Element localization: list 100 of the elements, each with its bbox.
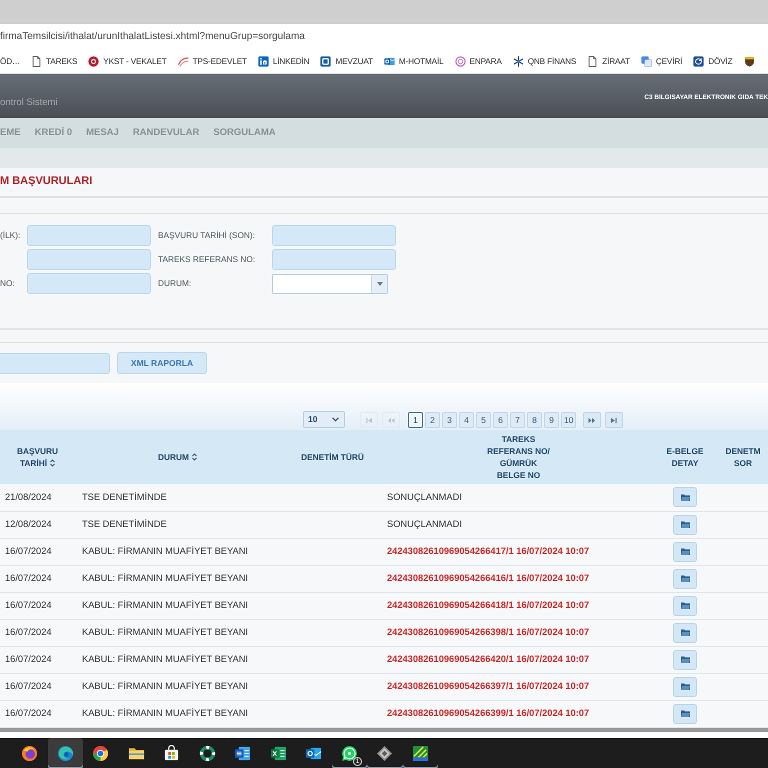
- document-icon: [234, 744, 252, 762]
- table-cell: TSE DENETİMİNDE: [75, 511, 280, 538]
- page-button[interactable]: 8: [527, 412, 542, 428]
- field-label: TAREKS REFERANS NO:: [157, 254, 256, 264]
- table-cell: 16/07/2024: [0, 538, 75, 565]
- snowflake-icon: [512, 56, 524, 67]
- input-field[interactable]: [272, 225, 396, 246]
- table-cell: 16/07/2024: [0, 646, 75, 673]
- mail-icon: [384, 56, 395, 67]
- detail-button[interactable]: [673, 514, 697, 534]
- shield-icon: [744, 56, 755, 67]
- table-cell: 16/07/2024: [0, 673, 75, 700]
- folder-icon: [680, 710, 690, 717]
- browser-icon: [92, 744, 110, 762]
- horizontal-scrollbar[interactable]: [0, 728, 768, 738]
- detail-button[interactable]: [673, 542, 697, 562]
- xml-report-button[interactable]: XML RAPORLA: [117, 352, 207, 374]
- detail-button[interactable]: [673, 596, 697, 616]
- folder-icon: [680, 548, 690, 555]
- dropdown-field[interactable]: [272, 274, 388, 294]
- bookmark-link[interactable]: TAREKS: [31, 56, 78, 67]
- field-label: DURUM:: [157, 278, 192, 288]
- lifebuoy-icon: [198, 744, 216, 762]
- column-header[interactable]: DURUM: [158, 450, 197, 463]
- swoosh-icon: [178, 56, 189, 67]
- seal-icon: [88, 56, 100, 67]
- browser-icon: [21, 744, 38, 762]
- detail-button[interactable]: [673, 487, 697, 508]
- chat-icon: [340, 744, 358, 762]
- table-cell: KABUL: FİRMANIN MUAFİYET BEYANI: [75, 592, 280, 619]
- table-cell: KABUL: FİRMANIN MUAFİYET BEYANI: [75, 538, 280, 565]
- table-cell: KABUL: FİRMANIN MUAFİYET BEYANI: [75, 565, 280, 592]
- detail-button[interactable]: [673, 704, 697, 724]
- folder-icon: [680, 602, 690, 609]
- table-cell: 24243082610969054266416/1 16/07/2024 10:07: [385, 565, 652, 592]
- bookmark-link[interactable]: YKST - VEKALET: [88, 56, 167, 67]
- input-field[interactable]: [27, 225, 151, 246]
- table-cell: SONUÇLANMADI: [385, 484, 652, 511]
- page-button[interactable]: 1: [408, 412, 423, 428]
- folder-icon: [680, 494, 690, 501]
- page-button[interactable]: 6: [493, 412, 508, 428]
- app-icon: [412, 744, 429, 762]
- page-button[interactable]: 2: [425, 412, 440, 428]
- table-cell: 24243082610969054266398/1 16/07/2024 10:07: [385, 619, 652, 646]
- bookmark-link[interactable]: [744, 56, 755, 67]
- detail-button[interactable]: [673, 650, 697, 670]
- field-label: NO:: [0, 278, 16, 288]
- table-cell: KABUL: FİRMANIN MUAFİYET BEYANI: [75, 619, 280, 646]
- detail-button[interactable]: [673, 676, 697, 696]
- column-header[interactable]: BAŞVURU TARİHİ: [16, 444, 58, 469]
- page-button[interactable]: 7: [510, 412, 525, 428]
- address-bar[interactable]: firmaTemsilcisi/ithalat/urunIthalatListesi.xhtml?menuGrup=sorgulama: [0, 24, 768, 50]
- bookmark-link[interactable]: LİNKEDİN: [258, 56, 310, 67]
- sort-icon: [50, 458, 56, 467]
- column-header: E-BELGE DETAY: [666, 444, 704, 469]
- detail-button[interactable]: [673, 622, 697, 642]
- folder-icon: [680, 521, 690, 528]
- field-label: BAŞVURU TARİHİ (SON):: [157, 230, 256, 240]
- bookmark-link[interactable]: M-HOTMAİL: [384, 56, 444, 67]
- last-page-button[interactable]: [605, 412, 624, 428]
- column-header: TAREKS REFERANS NO/ GÜMRÜK BELGE NO: [487, 432, 550, 481]
- caret-down-icon: [376, 282, 382, 286]
- bookmark-link[interactable]: MEVZUAT: [320, 56, 373, 67]
- chevron-down-icon: [332, 417, 339, 422]
- bookmark-link[interactable]: ÇEVİRİ: [640, 56, 682, 67]
- table-cell: 16/07/2024: [0, 565, 75, 592]
- table-cell: TSE DENETİMİNDE: [75, 484, 280, 511]
- page-size-select[interactable]: 10: [303, 411, 345, 428]
- bookmark-link[interactable]: TPS-EDEVLET: [178, 56, 247, 67]
- table-cell: KABUL: FİRMANIN MUAFİYET BEYANI: [75, 646, 280, 673]
- folder-icon: [680, 683, 690, 690]
- page-button[interactable]: 4: [459, 412, 474, 428]
- bookmark-link[interactable]: DÖVİZ: [693, 56, 733, 67]
- bookmark-link[interactable]: ENPARA: [454, 56, 502, 67]
- logo-icon: [454, 56, 466, 67]
- next-page-button[interactable]: [583, 412, 602, 428]
- input-field[interactable]: [272, 249, 396, 270]
- bookmark-link[interactable]: ÖD…: [0, 56, 20, 66]
- input-field[interactable]: [27, 249, 151, 270]
- bookmark-link[interactable]: QNB FİNANS: [512, 56, 576, 67]
- search-field[interactable]: [0, 352, 110, 374]
- page-button[interactable]: 3: [442, 412, 457, 428]
- table-cell: 24243082610969054266417/1 16/07/2024 10:07: [385, 538, 652, 565]
- page-button[interactable]: 5: [476, 412, 491, 428]
- spreadsheet-icon: [270, 744, 287, 762]
- table-cell: 21/08/2024: [0, 484, 75, 511]
- shopping-bag-icon: [163, 744, 180, 762]
- table-cell: SONUÇLANMADI: [385, 511, 652, 538]
- bookmark-link[interactable]: ZİRAAT: [587, 56, 630, 67]
- document-icon: [31, 56, 42, 67]
- page-button[interactable]: 9: [544, 412, 559, 428]
- logo-icon: [320, 56, 332, 67]
- input-field[interactable]: [27, 273, 151, 294]
- table-cell: 12/08/2024: [0, 511, 75, 538]
- first-page-icon: [365, 416, 373, 424]
- page-button[interactable]: 10: [561, 412, 576, 428]
- table-cell: KABUL: FİRMANIN MUAFİYET BEYANI: [75, 700, 280, 727]
- folder-icon: [680, 656, 690, 663]
- translate-icon: [640, 56, 652, 67]
- detail-button[interactable]: [673, 568, 697, 588]
